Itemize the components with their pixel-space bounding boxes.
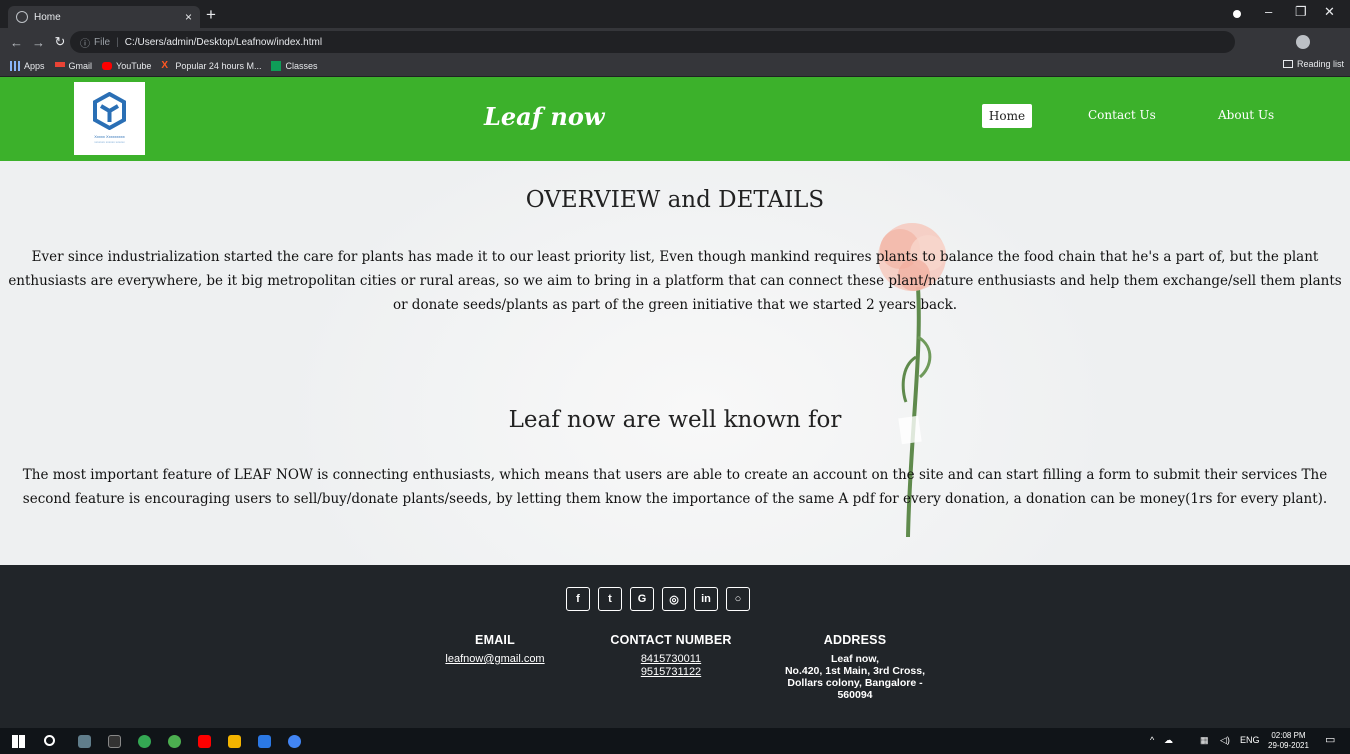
vscode-icon[interactable] (258, 735, 271, 748)
site-logo[interactable]: Xxxxx Xxxxxxxxx xxxxxxx xxxxxx xxxxxx (74, 82, 145, 155)
address-bar[interactable]: ⓘ File | C:/Users/admin/Desktop/Leafnow/… (70, 31, 1235, 53)
tab-title: Home (34, 11, 61, 23)
facebook-icon[interactable]: f (566, 587, 590, 611)
task-view-icon[interactable] (78, 735, 91, 748)
reading-list-label: Reading list (1296, 59, 1344, 69)
globe-icon (16, 11, 28, 23)
overview-text: Ever since industrialization started the… (8, 249, 1342, 313)
browser-tab-home[interactable]: Home × (8, 6, 200, 28)
volume-icon[interactable]: ◁) (1220, 735, 1230, 746)
email-heading: EMAIL (475, 633, 515, 647)
onedrive-icon[interactable]: ☁ (1164, 735, 1173, 746)
address-line: 560094 (837, 689, 873, 701)
profile-avatar[interactable] (1296, 35, 1310, 49)
url-separator: | (116, 36, 119, 48)
close-window-button[interactable]: ✕ (1324, 4, 1335, 20)
address-line: Dollars colony, Bangalore - (787, 677, 923, 689)
windows-start-icon[interactable] (12, 735, 25, 748)
chrome-active-icon[interactable] (288, 735, 301, 748)
reload-icon[interactable]: ↻ (54, 34, 66, 50)
bookmark-classes[interactable]: Classes (271, 61, 317, 71)
browser-tabstrip: Home × + – ❐ ✕ (0, 0, 1350, 28)
minimize-button[interactable]: – (1265, 4, 1272, 19)
reading-list-icon (1282, 60, 1293, 68)
tray-overflow-icon[interactable]: ^ (1150, 735, 1154, 745)
site-header: Xxxxx Xxxxxxxxx xxxxxxx xxxxxx xxxxxx Le… (0, 77, 1350, 161)
bookmark-apps[interactable]: Apps (10, 61, 45, 71)
new-tab-button[interactable]: + (206, 5, 216, 25)
instagram-icon[interactable]: ◎ (662, 587, 686, 611)
nav-about-link[interactable]: About Us (1218, 108, 1274, 122)
address-line: No.420, 1st Main, 3rd Cross, (784, 665, 926, 677)
browser-toolbar: ← → ↻ ⌂ ⓘ File | C:/Users/admin/Desktop/… (0, 28, 1350, 76)
logo-tagline: xxxxxxx xxxxxx xxxxxx (94, 140, 125, 144)
app-icon[interactable] (108, 735, 121, 748)
url-scheme-label: File (94, 36, 111, 48)
bookmarks-bar: Apps Gmail YouTube X Popular 24 hours M.… (0, 56, 1350, 77)
bookmark-label: Classes (285, 61, 318, 71)
address-heading: ADDRESS (823, 633, 887, 647)
windows-taskbar: ^ ☁ ▦ ◁) ENG 02:08 PM 29-09-2021 ▭ (0, 728, 1350, 754)
system-clock[interactable]: 02:08 PM 29-09-2021 (1268, 731, 1309, 751)
site-footer: f t G ◎ in ○ EMAIL leafnow@gmail.com CON… (0, 565, 1350, 728)
clock-time: 02:08 PM (1271, 731, 1306, 740)
nav-contact-link[interactable]: Contact Us (1088, 108, 1156, 122)
gmail-icon (54, 62, 65, 70)
github-icon[interactable]: ○ (726, 587, 750, 611)
x-logo-icon: X (161, 60, 169, 71)
contact-heading: CONTACT NUMBER (610, 633, 732, 647)
youtube-app-icon[interactable] (198, 735, 211, 748)
app-icon[interactable] (168, 735, 181, 748)
youtube-icon (102, 62, 113, 70)
bookmark-youtube[interactable]: YouTube (102, 61, 151, 71)
phone-link-2[interactable]: 9515731122 (596, 666, 746, 679)
classroom-icon (271, 61, 282, 71)
bookmark-gmail[interactable]: Gmail (54, 61, 93, 71)
brand-title: Leaf now (484, 102, 605, 131)
address-line: Leaf now, (830, 653, 880, 665)
google-icon[interactable]: G (630, 587, 654, 611)
email-link[interactable]: leafnow@gmail.com (430, 653, 560, 666)
search-icon[interactable] (44, 735, 55, 746)
footer-address-column: ADDRESS Leaf now, No.420, 1st Main, 3rd … (770, 633, 940, 701)
overview-title: OVERVIEW and DETAILS (525, 187, 825, 213)
logo-caption: Xxxxx Xxxxxxxxx (94, 134, 125, 139)
url-text[interactable]: C:/Users/admin/Desktop/Leafnow/index.htm… (125, 37, 322, 48)
apps-grid-icon (10, 61, 20, 71)
footer-email-column: EMAIL leafnow@gmail.com (430, 633, 560, 666)
social-links: f t G ◎ in ○ (566, 587, 750, 611)
footer-contact-column: CONTACT NUMBER 8415730011 9515731122 (596, 633, 746, 679)
bookmark-label: Apps (24, 61, 45, 71)
phone-link-1[interactable]: 8415730011 (596, 653, 746, 666)
file-explorer-icon[interactable] (228, 735, 241, 748)
twitter-icon[interactable]: t (598, 587, 622, 611)
bookmark-label: Popular 24 hours M... (175, 61, 262, 71)
restore-button[interactable]: ❐ (1295, 4, 1307, 20)
cube-logo-icon (93, 92, 126, 130)
known-for-text: The most important feature of LEAF NOW i… (22, 467, 1328, 507)
back-arrow-icon[interactable]: ← (10, 35, 23, 50)
chrome-icon[interactable] (138, 735, 151, 748)
nav-home-button[interactable]: Home (982, 104, 1032, 128)
language-indicator[interactable]: ENG (1240, 735, 1260, 745)
clock-date: 29-09-2021 (1268, 741, 1309, 750)
page-viewport: Xxxxx Xxxxxxxxx xxxxxxx xxxxxx xxxxxx Le… (0, 77, 1350, 728)
known-for-title: Leaf now are well known for (508, 407, 842, 433)
reading-list-button[interactable]: Reading list (1282, 59, 1344, 69)
record-indicator-icon (1233, 10, 1241, 18)
network-icon[interactable]: ▦ (1200, 735, 1209, 746)
bookmark-label: Gmail (68, 61, 93, 71)
site-info-icon[interactable]: ⓘ (80, 35, 90, 50)
notification-icon[interactable]: ▭ (1325, 733, 1335, 746)
tab-close-icon[interactable]: × (185, 10, 192, 24)
forward-arrow-icon[interactable]: → (32, 35, 45, 50)
bookmark-label: YouTube (116, 61, 152, 71)
linkedin-icon[interactable]: in (694, 587, 718, 611)
bookmark-popular[interactable]: X Popular 24 hours M... (161, 60, 262, 72)
